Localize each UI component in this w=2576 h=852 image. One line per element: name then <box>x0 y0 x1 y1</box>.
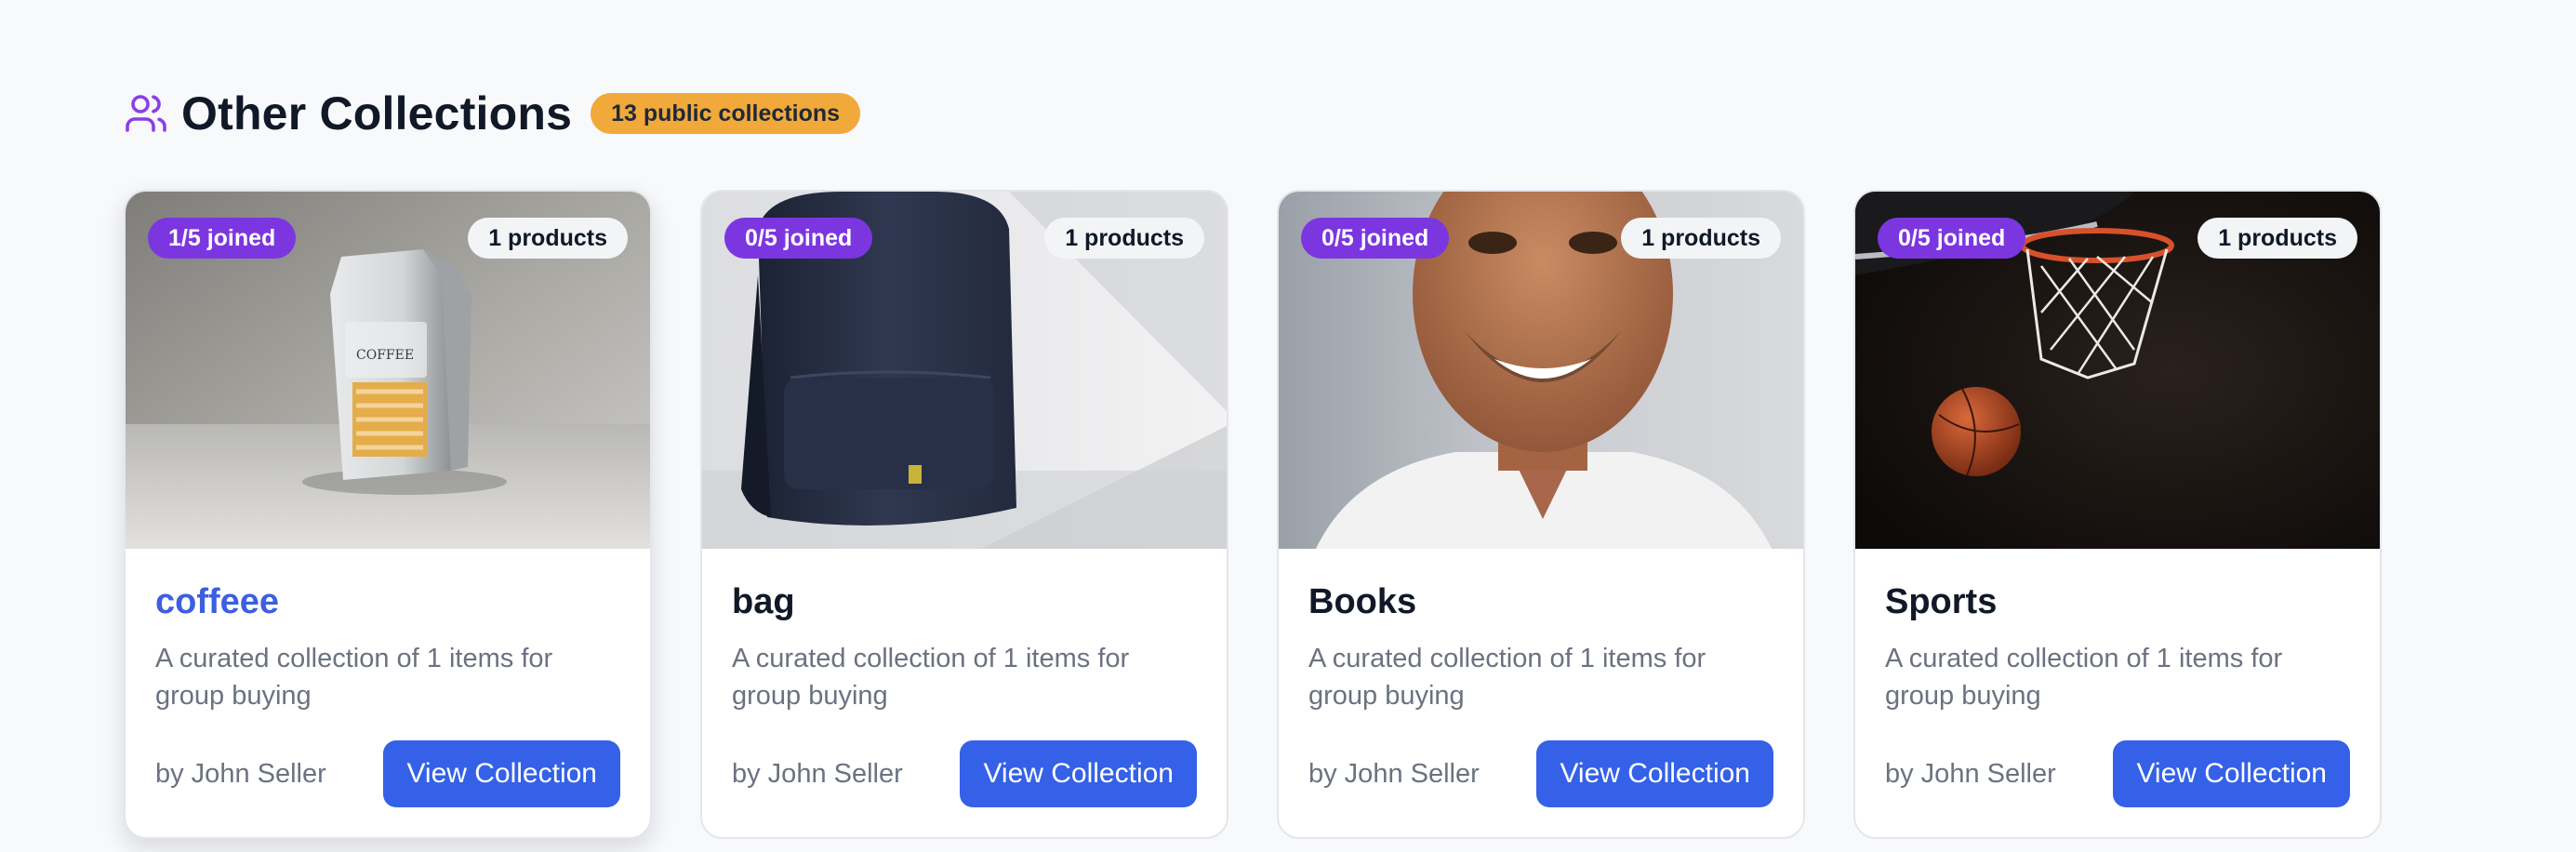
collection-card-bag[interactable]: 0/5 joined 1 products bag A curated coll… <box>700 190 1228 839</box>
svg-text:COFFEE: COFFEE <box>356 348 414 363</box>
view-collection-button[interactable]: View Collection <box>2113 740 2350 807</box>
collection-image[interactable]: 0/5 joined 1 products <box>1279 192 1803 549</box>
joined-badge: 0/5 joined <box>1301 218 1450 259</box>
collection-cards: COFFEE 1/5 joined 1 products coffeee A c… <box>124 190 2430 839</box>
collection-card-coffeee[interactable]: COFFEE 1/5 joined 1 products coffeee A c… <box>124 190 652 839</box>
collection-name[interactable]: bag <box>732 580 1197 623</box>
collections-count-badge: 13 public collections <box>591 93 861 134</box>
view-collection-button[interactable]: View Collection <box>383 740 620 807</box>
seller-name: by John Seller <box>1308 758 1480 789</box>
seller-name: by John Seller <box>1885 758 2056 789</box>
seller-name: by John Seller <box>732 758 903 789</box>
collection-name[interactable]: coffeee <box>155 580 620 623</box>
collection-name[interactable]: Sports <box>1885 580 2350 623</box>
section-header: Other Collections 13 public collections <box>124 86 2393 141</box>
seller-name: by John Seller <box>155 758 326 789</box>
joined-badge: 0/5 joined <box>1878 218 2026 259</box>
collection-image[interactable]: 0/5 joined 1 products <box>1855 192 2380 549</box>
products-count-badge: 1 products <box>1044 218 1204 259</box>
collection-description: A curated collection of 1 items for grou… <box>1885 644 2283 711</box>
other-collections-section: Other Collections 13 public collections <box>124 86 2393 839</box>
collection-name[interactable]: Books <box>1308 580 1773 623</box>
view-collection-button[interactable]: View Collection <box>1536 740 1773 807</box>
joined-badge: 0/5 joined <box>724 218 873 259</box>
products-count-badge: 1 products <box>2198 218 2357 259</box>
collection-card-sports[interactable]: 0/5 joined 1 products Sports A curated c… <box>1853 190 2382 839</box>
products-count-badge: 1 products <box>1621 218 1781 259</box>
collection-description: A curated collection of 1 items for grou… <box>1308 644 1706 711</box>
users-icon <box>124 91 168 136</box>
products-count-badge: 1 products <box>468 218 628 259</box>
collection-description: A curated collection of 1 items for grou… <box>732 644 1130 711</box>
collection-description: A curated collection of 1 items for grou… <box>155 644 553 711</box>
collection-image[interactable]: COFFEE 1/5 joined 1 products <box>126 192 650 549</box>
section-title: Other Collections <box>181 87 573 140</box>
view-collection-button[interactable]: View Collection <box>960 740 1197 807</box>
joined-badge: 1/5 joined <box>148 218 297 259</box>
collection-card-books[interactable]: 0/5 joined 1 products Books A curated co… <box>1277 190 1805 839</box>
collection-image[interactable]: 0/5 joined 1 products <box>702 192 1227 549</box>
